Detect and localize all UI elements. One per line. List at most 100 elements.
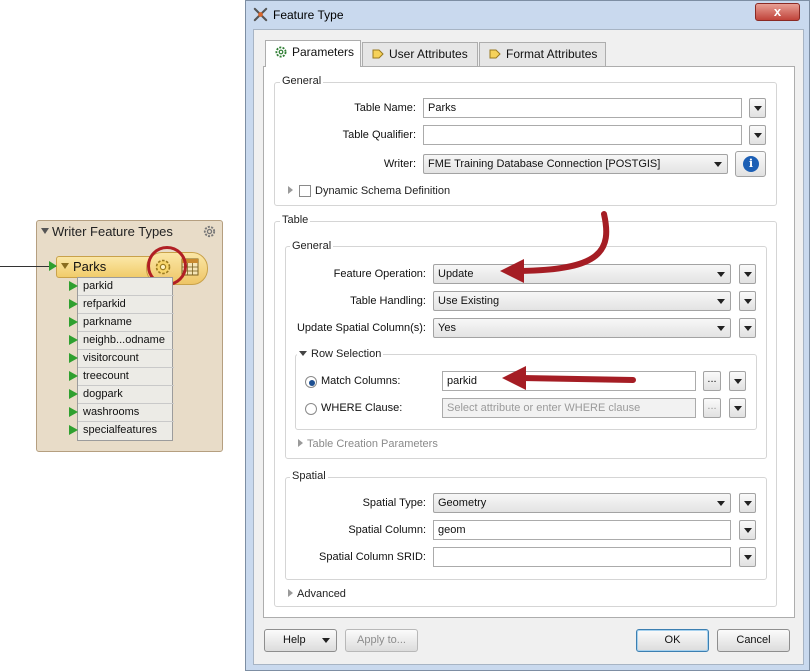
tab-parameters[interactable]: Parameters (265, 40, 361, 67)
collapse-triangle-icon (299, 351, 307, 356)
attribute-row[interactable]: dogpark (69, 386, 174, 404)
table-handling-value: Use Existing (438, 295, 500, 307)
where-clause-label: WHERE Clause: (321, 402, 403, 414)
writer-select[interactable]: FME Training Database Connection [POSTGI… (423, 154, 728, 174)
arrow-tag-icon (489, 49, 501, 59)
fme-app-icon (253, 7, 268, 22)
chevron-down-icon (734, 406, 742, 411)
writer-label: Writer: (383, 158, 416, 170)
spatial-column-field[interactable]: geom (433, 520, 731, 540)
row-selection-header[interactable]: Row Selection (297, 348, 384, 360)
update-spatial-menu-button[interactable] (739, 318, 756, 338)
attribute-row[interactable]: washrooms (69, 404, 174, 422)
port-arrow-icon (69, 425, 78, 435)
spatial-type-menu-button[interactable] (739, 493, 756, 513)
attribute-row[interactable]: treecount (69, 368, 174, 386)
attribute-row[interactable]: visitorcount (69, 350, 174, 368)
spatial-column-menu-button[interactable] (739, 520, 756, 540)
where-clause-field[interactable]: Select attribute or enter WHERE clause (442, 398, 696, 418)
attribute-row[interactable]: specialfeatures (69, 422, 174, 440)
table-name-menu-button[interactable] (749, 98, 766, 118)
match-columns-radio[interactable] (305, 376, 317, 388)
feature-type-name: Parks (73, 259, 107, 274)
feature-operation-label: Feature Operation: (333, 268, 426, 280)
general-group-label: General (280, 75, 324, 87)
row-selection-label: Row Selection (311, 348, 382, 360)
table-group-label: Table (280, 214, 311, 226)
where-clause-browse-button[interactable]: ... (703, 398, 721, 418)
match-columns-browse-button[interactable]: ... (703, 371, 721, 391)
expand-triangle-icon[interactable] (61, 263, 69, 269)
writer-info-button[interactable]: i (735, 151, 766, 177)
tab-format-attributes[interactable]: Format Attributes (479, 42, 606, 66)
match-columns-menu-button[interactable] (729, 371, 746, 391)
table-qualifier-label: Table Qualifier: (342, 129, 416, 141)
attribute-name: neighb...odname (83, 334, 165, 346)
chevron-down-icon (744, 501, 752, 506)
match-columns-field[interactable]: parkid (442, 371, 696, 391)
help-button[interactable]: Help (264, 629, 337, 652)
chevron-down-icon (734, 379, 742, 384)
attribute-list: parkid refparkid parkname neighb...odnam… (69, 277, 174, 441)
attribute-row[interactable]: parkname (69, 314, 174, 332)
apply-to-button[interactable]: Apply to... (345, 629, 418, 652)
expand-triangle-icon (288, 186, 293, 194)
chevron-down-icon (717, 501, 725, 506)
where-clause-radio[interactable] (305, 403, 317, 415)
chevron-down-icon (744, 326, 752, 331)
collapse-triangle-icon[interactable] (41, 228, 49, 234)
spatial-srid-field[interactable] (433, 547, 731, 567)
expand-triangle-icon (298, 439, 303, 447)
gear-icon (275, 46, 287, 58)
dynamic-schema-expander[interactable] (288, 185, 297, 197)
table-qualifier-menu-button[interactable] (749, 125, 766, 145)
chevron-down-icon (744, 299, 752, 304)
table-handling-select[interactable]: Use Existing (433, 291, 731, 311)
attribute-row[interactable]: parkid (69, 278, 174, 296)
chevron-down-icon (322, 638, 330, 643)
update-spatial-select[interactable]: Yes (433, 318, 731, 338)
advanced-expander[interactable]: Advanced (288, 588, 346, 600)
tab-user-attributes[interactable]: User Attributes (362, 42, 478, 66)
arrow-tag-icon (372, 49, 384, 59)
table-qualifier-field[interactable] (423, 125, 742, 145)
spatial-srid-label: Spatial Column SRID: (319, 551, 426, 563)
attribute-row[interactable]: neighb...odname (69, 332, 174, 350)
dynamic-schema-checkbox[interactable] (299, 185, 311, 197)
chevron-down-icon (744, 528, 752, 533)
feature-operation-select[interactable]: Update (433, 264, 731, 284)
cancel-button[interactable]: Cancel (717, 629, 790, 652)
spatial-group-label: Spatial (290, 470, 328, 482)
feature-operation-value: Update (438, 268, 474, 280)
table-name-label: Table Name: (354, 102, 416, 114)
feature-operation-menu-button[interactable] (739, 264, 756, 284)
attribute-name: specialfeatures (83, 424, 157, 436)
spatial-type-value: Geometry (438, 497, 487, 509)
where-clause-menu-button[interactable] (729, 398, 746, 418)
attribute-name: visitorcount (83, 352, 139, 364)
attribute-name: parkid (83, 280, 113, 292)
attribute-name: parkname (83, 316, 132, 328)
table-name-field[interactable]: Parks (423, 98, 742, 118)
table-handling-label: Table Handling: (350, 295, 426, 307)
ok-button[interactable]: OK (636, 629, 709, 652)
table-handling-menu-button[interactable] (739, 291, 756, 311)
spatial-type-select[interactable]: Geometry (433, 493, 731, 513)
table-creation-parameters-label: Table Creation Parameters (307, 438, 438, 450)
gear-icon[interactable] (202, 224, 217, 239)
advanced-label: Advanced (297, 588, 346, 600)
tab-label: Parameters (292, 45, 355, 59)
writer-select-value: FME Training Database Connection [POSTGI… (428, 158, 661, 170)
update-spatial-value: Yes (438, 322, 456, 334)
port-arrow-icon (69, 353, 78, 363)
table-creation-parameters-expander[interactable]: Table Creation Parameters (298, 438, 438, 450)
attribute-row[interactable]: refparkid (69, 296, 174, 314)
input-port-icon[interactable] (49, 261, 57, 271)
attribute-name: washrooms (83, 406, 140, 418)
spatial-type-label: Spatial Type: (362, 497, 426, 509)
chevron-down-icon (754, 133, 762, 138)
chevron-down-icon (754, 106, 762, 111)
spatial-srid-menu-button[interactable] (739, 547, 756, 567)
chevron-down-icon (714, 162, 722, 167)
close-button[interactable]: x (755, 3, 800, 21)
